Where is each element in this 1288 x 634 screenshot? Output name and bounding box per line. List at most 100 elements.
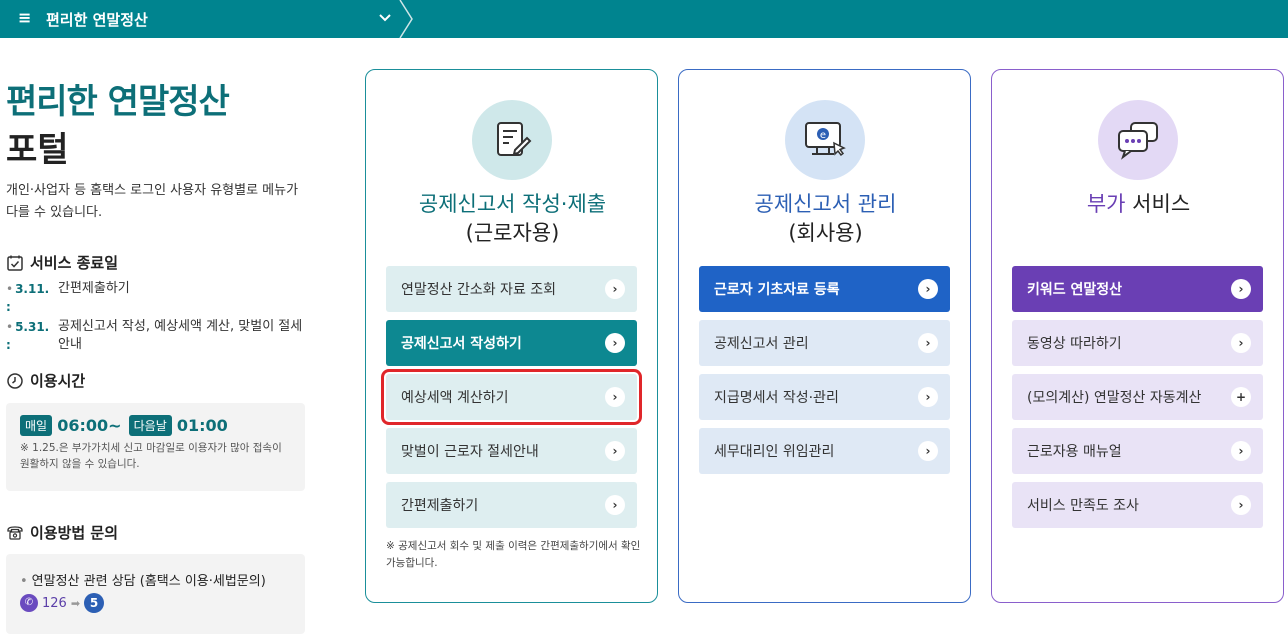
button-label: 공제신고서 관리	[714, 336, 809, 352]
chevron-right-icon: ›	[918, 441, 938, 461]
card-title-rest: 서비스	[1125, 192, 1191, 216]
phone-icon: ✆	[20, 594, 38, 612]
calendar-check-icon	[6, 254, 24, 272]
card-note: ※ 공제신고서 회수 및 제출 이력은 간편제출하기에서 확인 가능합니다.	[386, 540, 641, 569]
chevron-right-icon: ›	[918, 333, 938, 353]
contact-numbers: ✆ 126 ➡ 5	[20, 593, 291, 613]
manage-deduction-form-button[interactable]: 공제신고서 관리 ›	[699, 320, 950, 366]
button-label: 공제신고서 작성하기	[401, 336, 522, 352]
list-item: 3.11. : 간편제출하기	[6, 280, 306, 316]
end-time: 01:00	[176, 416, 228, 435]
simplified-data-lookup-button[interactable]: 연말정산 간소화 자료 조회 ›	[386, 266, 637, 312]
contact-box: 연말정산 관련 상담 (홈택스 이용·세법문의) ✆ 126 ➡ 5	[6, 554, 305, 634]
topbar-title[interactable]: 편리한 연말정산	[46, 9, 148, 30]
button-label: 서비스 만족도 조사	[1027, 498, 1139, 514]
plus-icon: +	[1231, 387, 1251, 407]
chevron-right-icon: ›	[605, 333, 625, 353]
button-label: 키워드 연말정산	[1027, 282, 1123, 298]
write-deduction-form-button[interactable]: 공제신고서 작성하기 ›	[386, 320, 637, 366]
start-time: 06:00~	[57, 416, 122, 435]
end-date: 3.11. :	[6, 280, 58, 316]
daily-badge: 매일	[20, 415, 53, 436]
button-label: 맞벌이 근로자 절세안내	[401, 444, 539, 460]
button-label: (모의계산) 연말정산 자동계산	[1027, 390, 1202, 406]
chevron-right-icon: ›	[918, 279, 938, 299]
chevron-right-icon: ›	[1231, 495, 1251, 515]
payment-statement-button[interactable]: 지급명세서 작성·관리 ›	[699, 374, 950, 420]
hours-heading-label: 이용시간	[30, 372, 86, 390]
card-title-main: 공제신고서 작성·제출	[418, 192, 607, 216]
end-date-heading: 서비스 종료일	[6, 252, 118, 273]
satisfaction-survey-button[interactable]: 서비스 만족도 조사 ›	[1012, 482, 1263, 528]
video-tutorial-button[interactable]: 동영상 따라하기 ›	[1012, 320, 1263, 366]
dual-income-tax-guide-button[interactable]: 맞벌이 근로자 절세안내 ›	[386, 428, 637, 474]
card-title: 공제신고서 관리 (회사용)	[679, 190, 972, 248]
estimate-tax-button[interactable]: 예상세액 계산하기 ›	[381, 369, 642, 425]
chevron-right-icon: ›	[605, 387, 625, 407]
card-deduction-form-company: e 공제신고서 관리 (회사용) 근로자 기초자료 등록 › 공제신고서 관리 › …	[678, 69, 971, 603]
portal-subtitle: 포털	[6, 130, 69, 170]
button-label: 세무대리인 위임관리	[714, 444, 835, 460]
card-title-sub: (회사용)	[788, 221, 863, 245]
arrow-right-icon: ➡	[70, 596, 81, 610]
chevron-right-icon: ›	[605, 495, 625, 515]
simple-submit-button[interactable]: 간편제출하기 ›	[386, 482, 637, 528]
chevron-right-icon: ›	[605, 441, 625, 461]
svg-text:e: e	[820, 130, 826, 141]
card-menu: 근로자 기초자료 등록 › 공제신고서 관리 › 지급명세서 작성·관리 › 세무대리…	[699, 266, 950, 482]
button-label: 근로자 기초자료 등록	[714, 282, 840, 298]
hours-heading: 이용시간	[6, 370, 85, 391]
document-edit-icon	[472, 100, 552, 180]
worker-manual-button[interactable]: 근로자용 매뉴얼 ›	[1012, 428, 1263, 474]
list-item: 5.31. : 공제신고서 작성, 예상세액 계산, 맞벌이 절세 안내	[6, 318, 306, 354]
button-label: 연말정산 간소화 자료 조회	[401, 282, 557, 298]
chevron-down-icon[interactable]	[378, 7, 392, 31]
card-menu: 키워드 연말정산 › 동영상 따라하기 › (모의계산) 연말정산 자동계산 + 근로…	[1012, 266, 1263, 536]
button-label: 간편제출하기	[401, 498, 479, 514]
button-label: 예상세액 계산하기	[401, 390, 509, 406]
portal-title: 편리한 연말정산	[6, 82, 230, 122]
chevron-right-icon: ›	[1231, 333, 1251, 353]
card-title: 공제신고서 작성·제출 (근로자용)	[366, 190, 659, 248]
card-title-sub: (근로자용)	[465, 221, 560, 245]
monitor-click-icon: e	[785, 100, 865, 180]
card-title: 부가 서비스	[992, 190, 1285, 219]
clock-icon	[6, 372, 24, 390]
contact-description: 연말정산 관련 상담 (홈택스 이용·세법문의)	[20, 570, 291, 589]
chat-bubbles-icon	[1098, 100, 1178, 180]
chevron-right-icon: ›	[605, 279, 625, 299]
contact-heading-label: 이용방법 문의	[30, 524, 119, 542]
hours-note: ※ 1.25.은 부가가치세 신고 마감일로 이용자가 많아 접속이 원활하지 …	[20, 442, 282, 470]
card-menu: 연말정산 간소화 자료 조회 › 공제신고서 작성하기 › 예상세액 계산하기 › 맞…	[381, 266, 642, 536]
register-worker-data-button[interactable]: 근로자 기초자료 등록 ›	[699, 266, 950, 312]
auto-calculation-button[interactable]: (모의계산) 연말정산 자동계산 +	[1012, 374, 1263, 420]
card-title-main: 공제신고서 관리	[754, 192, 897, 216]
end-date-heading-label: 서비스 종료일	[30, 254, 119, 272]
breadcrumb-divider	[399, 0, 413, 38]
phone-number[interactable]: 126	[42, 596, 67, 611]
chevron-right-icon: ›	[1231, 279, 1251, 299]
card-title-main: 부가	[1086, 192, 1126, 216]
button-label: 근로자용 매뉴얼	[1027, 444, 1122, 460]
next-day-badge: 다음날	[128, 415, 172, 436]
hamburger-menu-icon[interactable]: ≡	[18, 8, 31, 27]
telephone-icon	[6, 524, 24, 542]
end-date: 5.31. :	[6, 318, 58, 354]
chevron-right-icon: ›	[918, 387, 938, 407]
card-additional-services: 부가 서비스 키워드 연말정산 › 동영상 따라하기 › (모의계산) 연말정산 자…	[991, 69, 1284, 603]
contact-heading: 이용방법 문의	[6, 522, 118, 543]
end-date-list: 3.11. : 간편제출하기 5.31. : 공제신고서 작성, 예상세액 계산…	[6, 280, 306, 356]
keyword-tax-settlement-button[interactable]: 키워드 연말정산 ›	[1012, 266, 1263, 312]
chevron-right-icon: ›	[1231, 441, 1251, 461]
top-navigation-bar: ≡ 편리한 연말정산	[0, 0, 1288, 38]
portal-description: 개인·사업자 등 홈택스 로그인 사용자 유형별로 메뉴가 다를 수 있습니다.	[6, 183, 299, 220]
end-date-service: 간편제출하기	[58, 281, 130, 296]
card-deduction-form-worker: 공제신고서 작성·제출 (근로자용) 연말정산 간소화 자료 조회 › 공제신고서…	[365, 69, 658, 603]
left-info-panel: 편리한 연말정산 포털 개인·사업자 등 홈택스 로그인 사용자 유형별로 메뉴…	[0, 38, 320, 634]
menu-option-number: 5	[84, 593, 105, 613]
button-label: 동영상 따라하기	[1027, 336, 1122, 352]
button-label: 지급명세서 작성·관리	[714, 390, 839, 406]
tax-agent-delegation-button[interactable]: 세무대리인 위임관리 ›	[699, 428, 950, 474]
hours-box: 매일 06:00~ 다음날 01:00 ※ 1.25.은 부가가치세 신고 마감…	[6, 403, 305, 491]
end-date-service: 공제신고서 작성, 예상세액 계산, 맞벌이 절세 안내	[58, 319, 303, 352]
